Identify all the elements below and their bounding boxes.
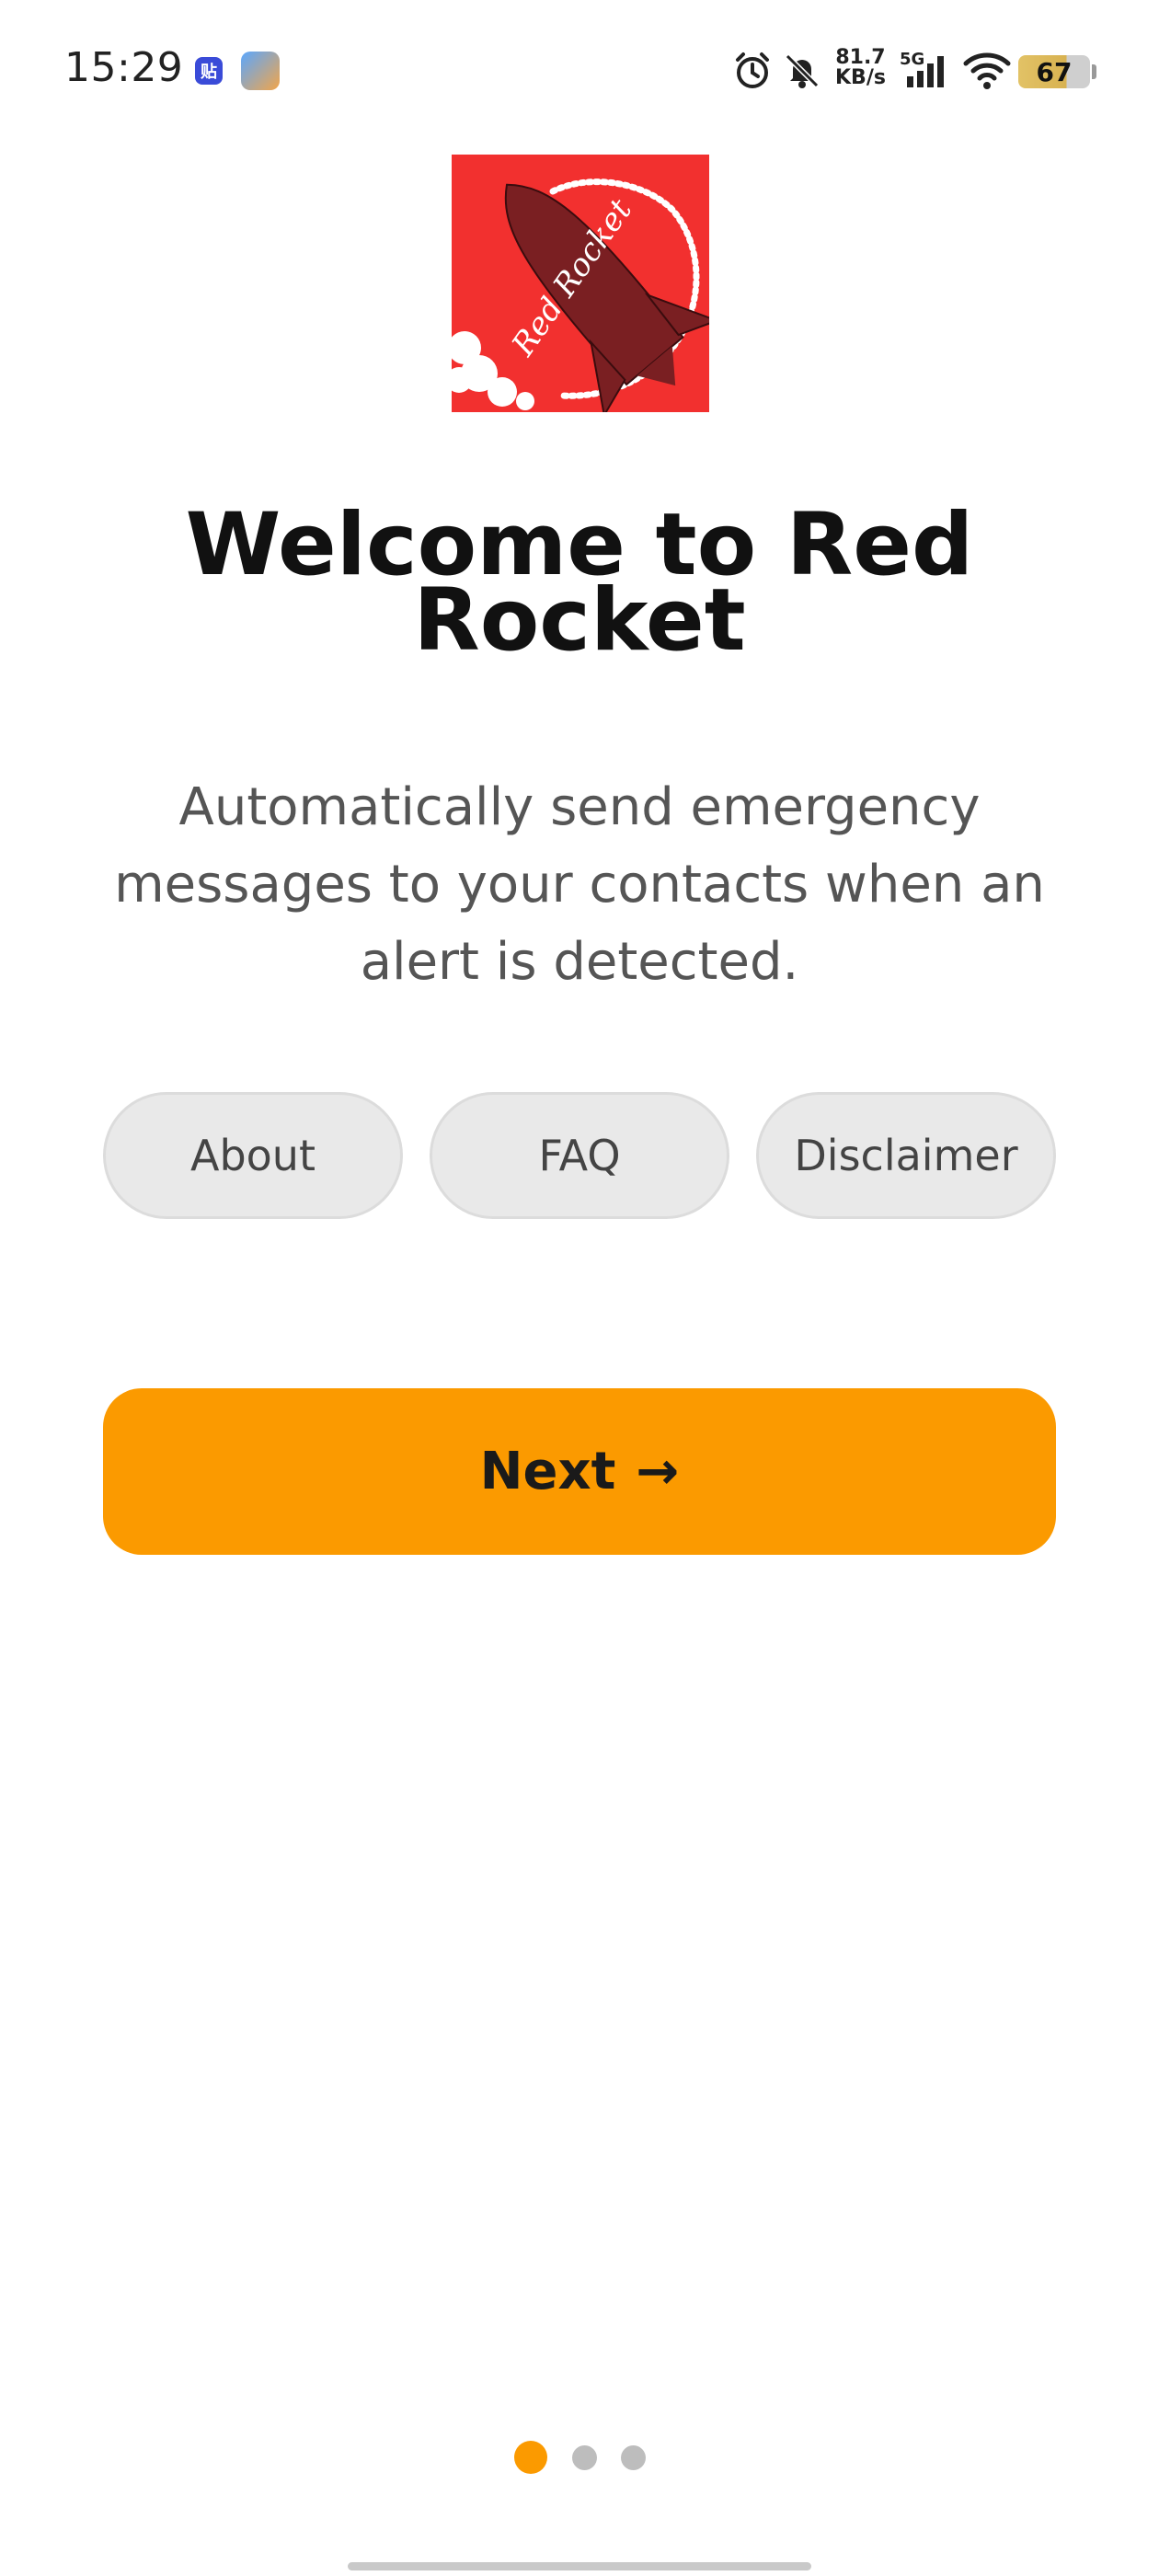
next-button-label: Next — [479, 1442, 616, 1501]
next-button[interactable]: Next → — [103, 1388, 1056, 1555]
page-title: Welcome to Red Rocket — [185, 495, 974, 671]
alarm-icon — [732, 46, 773, 96]
network-speed: 81.7 KB/s — [835, 48, 886, 88]
faq-button[interactable]: FAQ — [430, 1092, 729, 1219]
network-speed-unit: KB/s — [835, 66, 886, 89]
battery-tip — [1092, 64, 1096, 79]
page-subtitle: Automatically send emergency messages to… — [114, 777, 1045, 992]
app-logo: Red Rocket — [452, 155, 709, 412]
page-dot-active[interactable] — [514, 2441, 547, 2474]
status-time: 15:29 — [64, 44, 184, 91]
about-button[interactable]: About — [103, 1092, 403, 1219]
arrow-right-icon: → — [636, 1442, 680, 1501]
network-speed-value: 81.7 — [835, 46, 886, 69]
status-bar: 15:29 贴 81.7 KB/s 5G 67 — [0, 0, 1159, 138]
signal-icon — [905, 46, 947, 96]
app-notification-icon: 贴 — [195, 57, 223, 85]
disclaimer-button[interactable]: Disclaimer — [756, 1092, 1056, 1219]
page-dot[interactable] — [572, 2445, 597, 2470]
wifi-icon — [962, 46, 1012, 96]
game-app-icon — [241, 52, 280, 90]
home-indicator[interactable] — [348, 2562, 811, 2570]
mute-bell-icon — [782, 46, 822, 96]
page-dot[interactable] — [621, 2445, 646, 2470]
battery-indicator: 67 — [1018, 55, 1090, 88]
